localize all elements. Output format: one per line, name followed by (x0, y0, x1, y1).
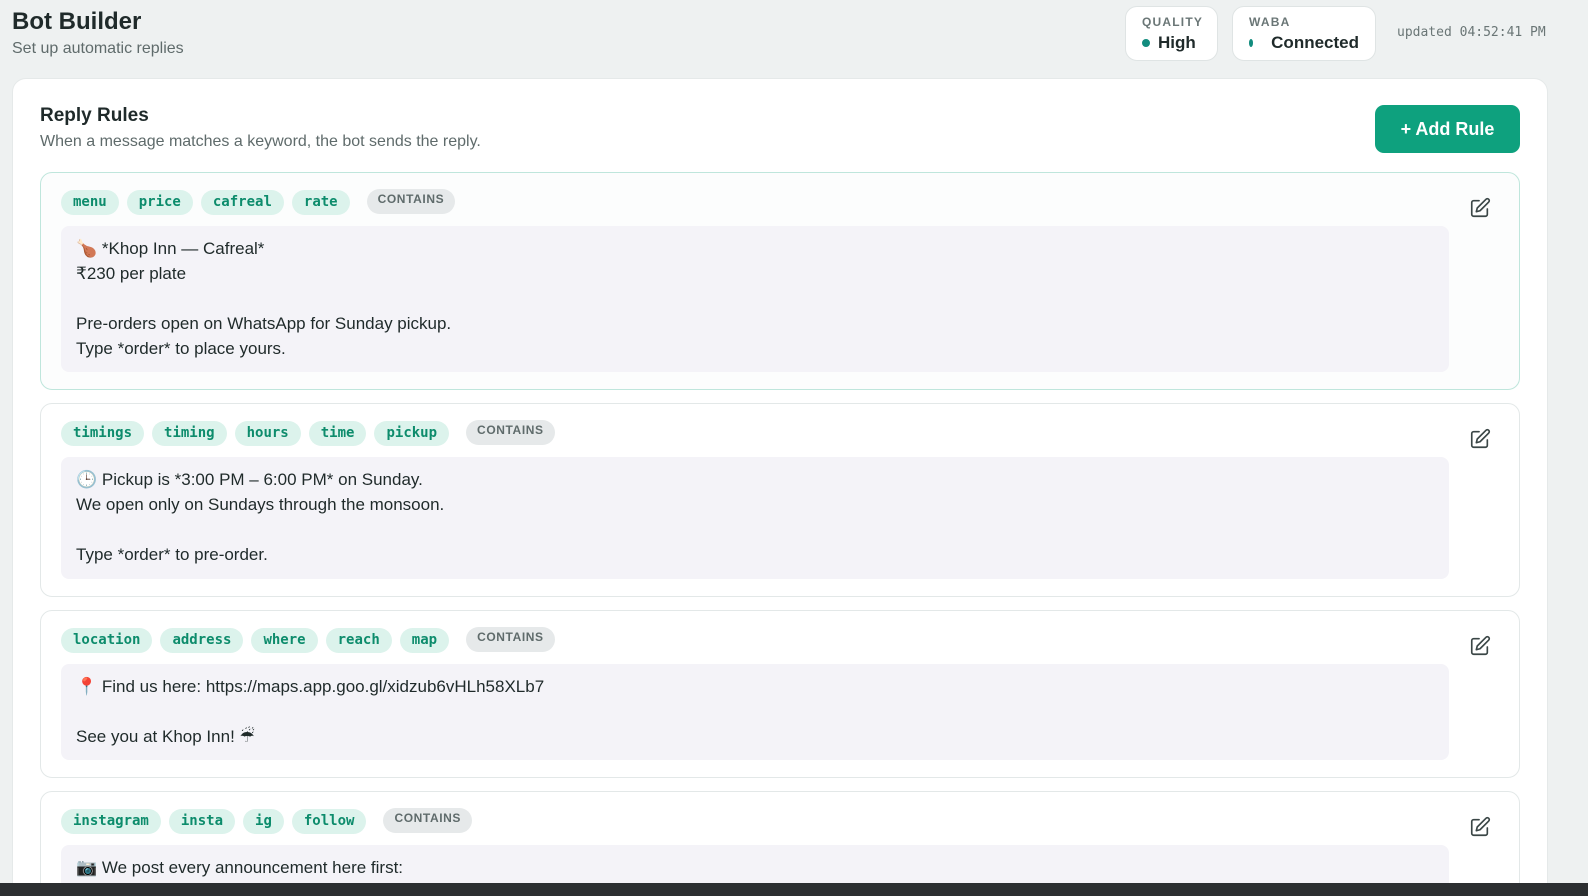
edit-icon[interactable] (1467, 633, 1493, 659)
keyword-chip: cafreal (200, 190, 284, 215)
keyword-chip: location (61, 628, 153, 653)
keyword-chip: timing (152, 421, 227, 446)
edit-icon[interactable] (1467, 195, 1493, 221)
quality-status-card: QUALITY High (1125, 6, 1218, 61)
keyword-chip: map (399, 628, 450, 653)
match-type-badge: CONTAINS (383, 808, 473, 833)
keyword-chip: hours (234, 421, 301, 446)
keyword-chip: reach (325, 628, 392, 653)
page-title: Bot Builder (12, 8, 142, 35)
rule-card[interactable]: location address where reach map CONTAIN… (40, 610, 1520, 778)
edit-icon[interactable] (1467, 426, 1493, 452)
rule-card[interactable]: menu price cafreal rate CONTAINS 🍗 *Khop… (40, 172, 1520, 390)
rule-card[interactable]: timings timing hours time pickup CONTAIN… (40, 403, 1520, 597)
keyword-chip: pickup (374, 421, 450, 446)
rule-card[interactable]: instagram insta ig follow CONTAINS 📷 We … (40, 791, 1520, 896)
match-type-badge: CONTAINS (466, 627, 555, 652)
keyword-chip: price (126, 190, 193, 215)
quality-value: High (1158, 33, 1196, 52)
keyword-chip: insta (168, 809, 236, 834)
waba-value-row: Connected (1249, 33, 1359, 53)
keyword-list: location address where reach map CONTAIN… (61, 627, 555, 653)
page-header: Bot Builder Set up automatic replies QUA… (0, 0, 1588, 78)
waba-value: Connected (1271, 33, 1359, 52)
reply-message: 🍗 *Khop Inn — Cafreal* ₹230 per plate Pr… (61, 226, 1449, 372)
quality-status-dot-icon (1142, 39, 1150, 47)
keyword-chip: where (251, 628, 318, 653)
edit-icon[interactable] (1467, 814, 1493, 840)
waba-label: WABA (1249, 15, 1291, 29)
reply-message: 📍 Find us here: https://maps.app.goo.gl/… (61, 664, 1449, 760)
keyword-chip: rate (291, 190, 350, 215)
match-type-badge: CONTAINS (366, 189, 456, 214)
add-rule-button[interactable]: + Add Rule (1375, 105, 1520, 153)
keyword-chip: menu (61, 190, 119, 215)
page-subtitle: Set up automatic replies (12, 40, 184, 57)
keyword-chip: timings (61, 421, 145, 446)
keyword-chip: time (308, 421, 367, 446)
keyword-chip: ig (243, 809, 284, 834)
match-type-badge: CONTAINS (466, 420, 555, 445)
quality-label: QUALITY (1142, 15, 1204, 29)
keyword-chip: follow (291, 809, 367, 834)
window-bottom-edge (0, 883, 1588, 896)
keyword-list: menu price cafreal rate CONTAINS (61, 189, 456, 215)
keyword-list: instagram insta ig follow CONTAINS (61, 808, 473, 834)
last-updated-timestamp: updated 04:52:41 PM (1397, 25, 1546, 40)
reply-rules-title: Reply Rules (40, 105, 149, 126)
waba-status-card: WABA Connected (1232, 6, 1376, 61)
keyword-chip: instagram (61, 809, 161, 834)
keyword-list: timings timing hours time pickup CONTAIN… (61, 420, 555, 446)
quality-value-row: High (1142, 33, 1201, 53)
reply-message: 🕒 Pickup is *3:00 PM – 6:00 PM* on Sunda… (61, 457, 1449, 579)
keyword-chip: address (160, 628, 244, 653)
reply-rules-subtitle: When a message matches a keyword, the bo… (40, 133, 481, 150)
waba-status-dot-icon (1249, 39, 1254, 47)
